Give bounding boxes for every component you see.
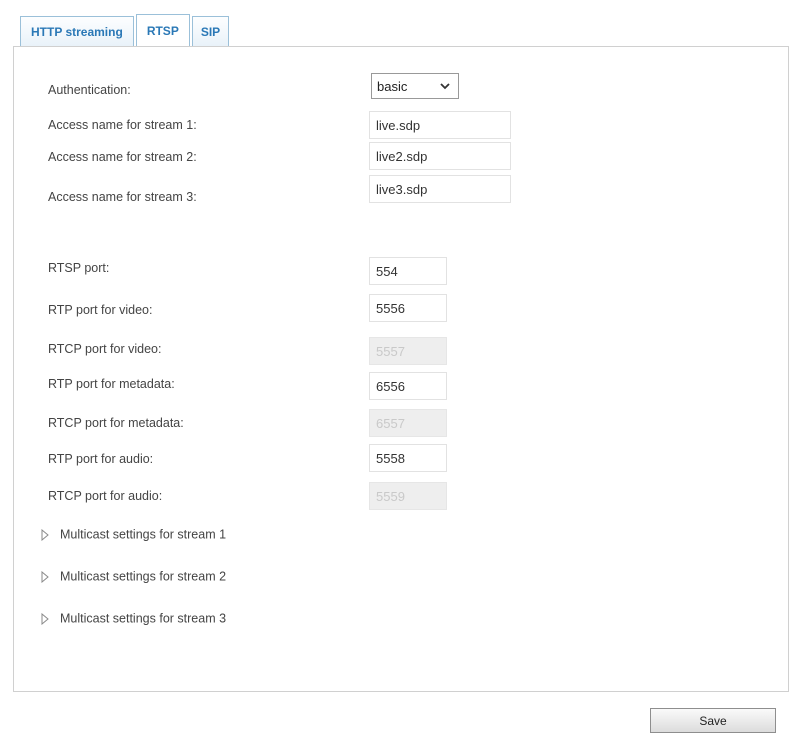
authentication-value: basic: [377, 78, 408, 94]
rtcp-audio-port-row: RTCP port for audio:: [48, 482, 768, 510]
multicast-stream1-expander[interactable]: Multicast settings for stream 1: [40, 526, 226, 546]
rtcp-video-port-input: [369, 337, 447, 365]
rtcp-video-port-label: RTCP port for video:: [48, 342, 162, 356]
rtsp-settings-panel: Authentication: basic Access name for st…: [13, 46, 789, 692]
rtp-metadata-port-input[interactable]: [369, 372, 447, 400]
rtsp-port-input[interactable]: [369, 257, 447, 285]
stream2-label: Access name for stream 2:: [48, 150, 197, 164]
stream1-label: Access name for stream 1:: [48, 118, 197, 132]
expand-arrow-icon: [41, 528, 49, 541]
rtsp-port-label: RTSP port:: [48, 261, 110, 275]
rtp-audio-port-label: RTP port for audio:: [48, 452, 154, 466]
rtp-metadata-port-row: RTP port for metadata:: [48, 372, 768, 400]
tab-bar: HTTP streaming RTSP SIP: [20, 14, 231, 46]
rtcp-metadata-port-input: [369, 409, 447, 437]
authentication-label: Authentication:: [48, 83, 131, 97]
stream1-row: Access name for stream 1:: [48, 111, 768, 139]
multicast-stream2-expander[interactable]: Multicast settings for stream 2: [40, 568, 226, 588]
expand-arrow-icon: [41, 570, 49, 583]
rtcp-video-port-row: RTCP port for video:: [48, 337, 768, 365]
rtp-video-port-input[interactable]: [369, 294, 447, 322]
rtp-video-port-label: RTP port for video:: [48, 303, 153, 317]
stream2-access-name-input[interactable]: [369, 142, 511, 170]
stream2-row: Access name for stream 2:: [48, 142, 768, 170]
authentication-row: Authentication: basic: [48, 73, 768, 103]
rtcp-metadata-port-row: RTCP port for metadata:: [48, 409, 768, 437]
rtp-metadata-port-label: RTP port for metadata:: [48, 377, 175, 391]
stream1-access-name-input[interactable]: [369, 111, 511, 139]
chevron-down-icon: [440, 83, 450, 90]
multicast-stream3-expander[interactable]: Multicast settings for stream 3: [40, 610, 226, 630]
tab-http-streaming[interactable]: HTTP streaming: [20, 16, 134, 46]
multicast-stream2-label: Multicast settings for stream 2: [60, 569, 227, 584]
save-button[interactable]: Save: [650, 708, 776, 733]
rtsp-port-row: RTSP port:: [48, 257, 768, 285]
rtp-video-port-row: RTP port for video:: [48, 294, 768, 322]
rtp-audio-port-input[interactable]: [369, 444, 447, 472]
stream3-access-name-input[interactable]: [369, 175, 511, 203]
rtcp-audio-port-label: RTCP port for audio:: [48, 489, 163, 503]
expand-arrow-icon: [41, 612, 49, 625]
rtp-audio-port-row: RTP port for audio:: [48, 444, 768, 472]
tab-sip[interactable]: SIP: [191, 16, 230, 46]
rtcp-metadata-port-label: RTCP port for metadata:: [48, 416, 184, 430]
authentication-select[interactable]: basic: [371, 73, 459, 99]
rtcp-audio-port-input: [369, 482, 447, 510]
stream3-label: Access name for stream 3:: [48, 190, 197, 204]
tab-rtsp[interactable]: RTSP: [135, 14, 190, 46]
multicast-stream3-label: Multicast settings for stream 3: [60, 611, 227, 626]
multicast-stream1-label: Multicast settings for stream 1: [60, 527, 227, 542]
stream3-row: Access name for stream 3:: [48, 175, 768, 205]
